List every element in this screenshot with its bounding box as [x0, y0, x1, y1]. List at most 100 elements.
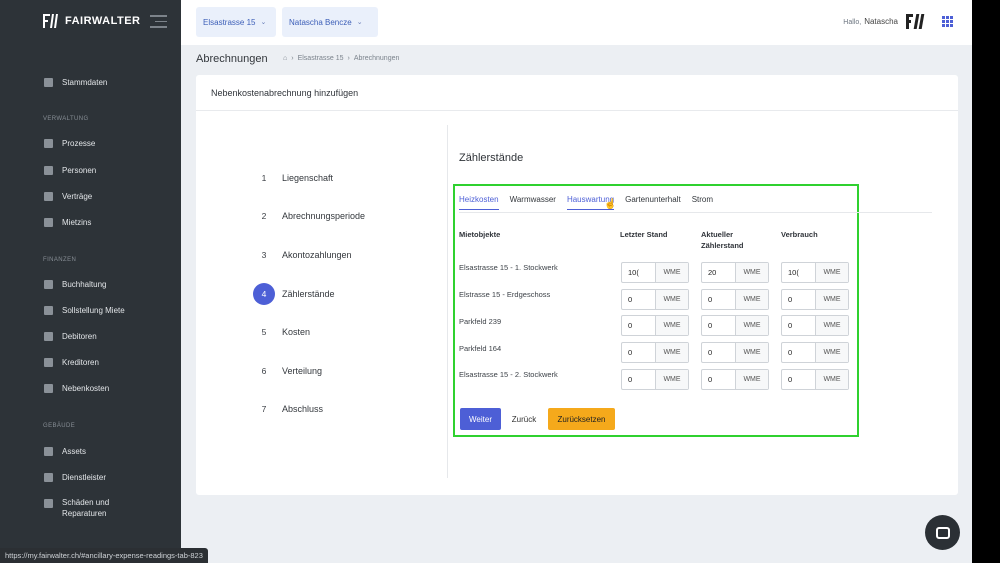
- sidebar-item-label: Prozesse: [62, 139, 96, 148]
- people-icon: [44, 166, 53, 175]
- input-value[interactable]: 0: [782, 290, 816, 309]
- usage-input[interactable]: 10(WME: [781, 262, 849, 283]
- flame-icon: [44, 384, 53, 393]
- wizard-step-2[interactable]: 2 Abrechnungsperiode: [253, 205, 365, 227]
- person-select[interactable]: Natascha Bencze ⌄: [282, 7, 378, 37]
- sidebar-item-nebenkosten[interactable]: Nebenkosten: [44, 384, 109, 393]
- current-reading-input[interactable]: 0 WME: [701, 315, 769, 336]
- hand-cursor-icon: ☝: [604, 199, 617, 210]
- step-number: 5: [261, 327, 267, 337]
- chat-icon: [935, 526, 950, 539]
- input-value[interactable]: 0: [702, 370, 736, 389]
- input-value[interactable]: 10(: [782, 263, 816, 282]
- input-value[interactable]: 0: [702, 343, 736, 362]
- sidebar-item-kreditoren[interactable]: Kreditoren: [44, 358, 99, 367]
- next-button[interactable]: Weiter: [460, 408, 501, 430]
- unit-label: WME: [736, 316, 768, 335]
- breadcrumb-separator: ›: [347, 55, 350, 62]
- sidebar-item-buchhaltung[interactable]: Buchhaltung: [44, 280, 106, 289]
- user-name: Natascha: [864, 17, 898, 26]
- status-bar-url: https://my.fairwalter.ch/#ancillary-expe…: [0, 548, 208, 563]
- current-reading-input[interactable]: 20 WME: [701, 262, 769, 283]
- user-greeting[interactable]: Hallo, Natascha: [843, 17, 898, 26]
- last-reading-input[interactable]: 0 WME: [621, 315, 689, 336]
- step-label: Verteilung: [282, 366, 323, 376]
- sidebar-item-dienstleister[interactable]: Dienstleister: [44, 473, 106, 482]
- sidebar-item-prozesse[interactable]: Prozesse: [44, 139, 95, 148]
- sidebar-item-label: Dienstleister: [62, 473, 107, 482]
- breadcrumb: ⌂ › Elsastrasse 15 › Abrechnungen: [283, 55, 399, 62]
- apps-grid-icon[interactable]: [942, 16, 953, 27]
- wrench-icon: [44, 499, 53, 508]
- contract-icon: [44, 192, 53, 201]
- column-header-object: Mietobjekte: [459, 230, 501, 239]
- input-value[interactable]: 0: [622, 316, 656, 335]
- unit-label: WME: [816, 343, 848, 362]
- current-reading-input[interactable]: 0 WME: [701, 369, 769, 390]
- usage-input[interactable]: 0 WME: [781, 369, 849, 390]
- ledger-icon: [44, 280, 53, 289]
- tab-heizkosten[interactable]: Heizkosten: [459, 195, 499, 210]
- sidebar-item-assets[interactable]: Assets: [44, 447, 86, 456]
- tab-warmwasser[interactable]: Warmwasser: [510, 195, 556, 210]
- building-icon: [44, 447, 53, 456]
- unit-label: WME: [656, 290, 688, 309]
- wizard-step-4[interactable]: 4 Zählerstände: [253, 283, 335, 305]
- input-value[interactable]: 0: [622, 370, 656, 389]
- usage-input[interactable]: 0 WME: [781, 315, 849, 336]
- unit-label: WME: [816, 370, 848, 389]
- row-label: Elsastrasse 15 - 1. Stockwerk: [459, 263, 558, 272]
- breadcrumb-item[interactable]: Abrechnungen: [354, 55, 400, 62]
- reset-button[interactable]: Zurücksetzen: [548, 408, 615, 430]
- unit-label: WME: [736, 370, 768, 389]
- current-reading-input[interactable]: 0 WME: [701, 289, 769, 310]
- home-icon[interactable]: ⌂: [283, 55, 287, 62]
- list-icon: [44, 139, 53, 148]
- usage-input[interactable]: 0 WME: [781, 289, 849, 310]
- input-value[interactable]: 0: [622, 343, 656, 362]
- chat-button[interactable]: [925, 515, 960, 550]
- breadcrumb-separator: ›: [291, 55, 294, 62]
- sidebar-item-debitoren[interactable]: Debitoren: [44, 332, 97, 341]
- brand-name: FAIRWALTER: [65, 15, 141, 27]
- sidebar-item-stammdaten[interactable]: Stammdaten: [44, 78, 107, 87]
- last-reading-input[interactable]: 0 WME: [621, 342, 689, 363]
- sidebar-item-sollstellung[interactable]: Sollstellung Miete: [44, 306, 125, 315]
- input-value[interactable]: 0: [782, 343, 816, 362]
- last-reading-input[interactable]: 10(WME: [621, 262, 689, 283]
- wizard-step-3[interactable]: 3 Akontozahlungen: [253, 244, 352, 266]
- input-value[interactable]: 0: [702, 290, 736, 309]
- column-header-current: Aktueller Zählerstand: [701, 230, 744, 250]
- current-reading-input[interactable]: 0 WME: [701, 342, 769, 363]
- tab-strom[interactable]: Strom: [692, 195, 713, 210]
- input-value[interactable]: 0: [782, 316, 816, 335]
- card-header: Nebenkostenabrechnung hinzufügen: [196, 75, 958, 111]
- wizard-step-1[interactable]: 1 Liegenschaft: [253, 167, 333, 189]
- sidebar-item-label: Schäden und Reparaturen: [62, 498, 110, 518]
- back-button[interactable]: Zurück: [510, 408, 538, 430]
- input-value[interactable]: 0: [782, 370, 816, 389]
- input-value[interactable]: 10(: [622, 263, 656, 282]
- tab-gartenunterhalt[interactable]: Gartenunterhalt: [625, 195, 681, 210]
- wizard-step-7[interactable]: 7 Abschluss: [253, 398, 323, 420]
- sidebar-item-mietzins[interactable]: Mietzins: [44, 218, 91, 227]
- breadcrumb-item[interactable]: Elsastrasse 15: [298, 55, 344, 62]
- sidebar-item-vertraege[interactable]: Verträge: [44, 192, 92, 201]
- unit-label: WME: [816, 263, 848, 282]
- input-value[interactable]: 0: [622, 290, 656, 309]
- sidebar-item-schaeden[interactable]: Schäden und Reparaturen: [44, 497, 132, 519]
- step-number: 4: [253, 283, 275, 305]
- last-reading-input[interactable]: 0 WME: [621, 369, 689, 390]
- wizard-step-6[interactable]: 6 Verteilung: [253, 360, 322, 382]
- last-reading-input[interactable]: 0 WME: [621, 289, 689, 310]
- sidebar-item-personen[interactable]: Personen: [44, 166, 96, 175]
- usage-input[interactable]: 0 WME: [781, 342, 849, 363]
- brand-logo[interactable]: FAIRWALTER: [43, 14, 140, 28]
- menu-toggle-icon[interactable]: [150, 15, 167, 32]
- unit-label: WME: [736, 343, 768, 362]
- wizard-step-5[interactable]: 5 Kosten: [253, 321, 310, 343]
- property-select[interactable]: Elsastrasse 15 ⌄: [196, 7, 276, 37]
- invoice-icon: [44, 332, 53, 341]
- input-value[interactable]: 20: [702, 263, 736, 282]
- input-value[interactable]: 0: [702, 316, 736, 335]
